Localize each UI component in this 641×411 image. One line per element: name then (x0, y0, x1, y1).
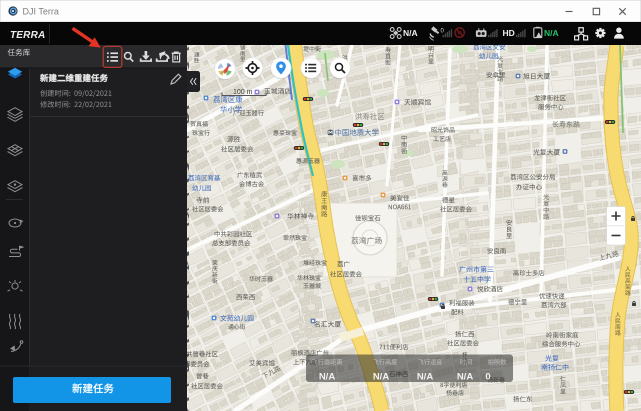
svg-text:DJI Terra: DJI Terra (23, 7, 59, 17)
svg-text:N/A: N/A (457, 372, 474, 383)
svg-text:0: 0 (485, 372, 490, 383)
svg-text:N/A: N/A (544, 28, 559, 38)
svg-text:N/A: N/A (403, 28, 418, 38)
svg-text:100 m: 100 m (233, 89, 253, 96)
svg-text:N/A: N/A (373, 372, 390, 383)
svg-text:N/A: N/A (417, 372, 434, 383)
svg-text:TERRA: TERRA (10, 30, 45, 41)
svg-text:HD: HD (503, 28, 515, 38)
svg-text:N/A: N/A (319, 372, 336, 383)
